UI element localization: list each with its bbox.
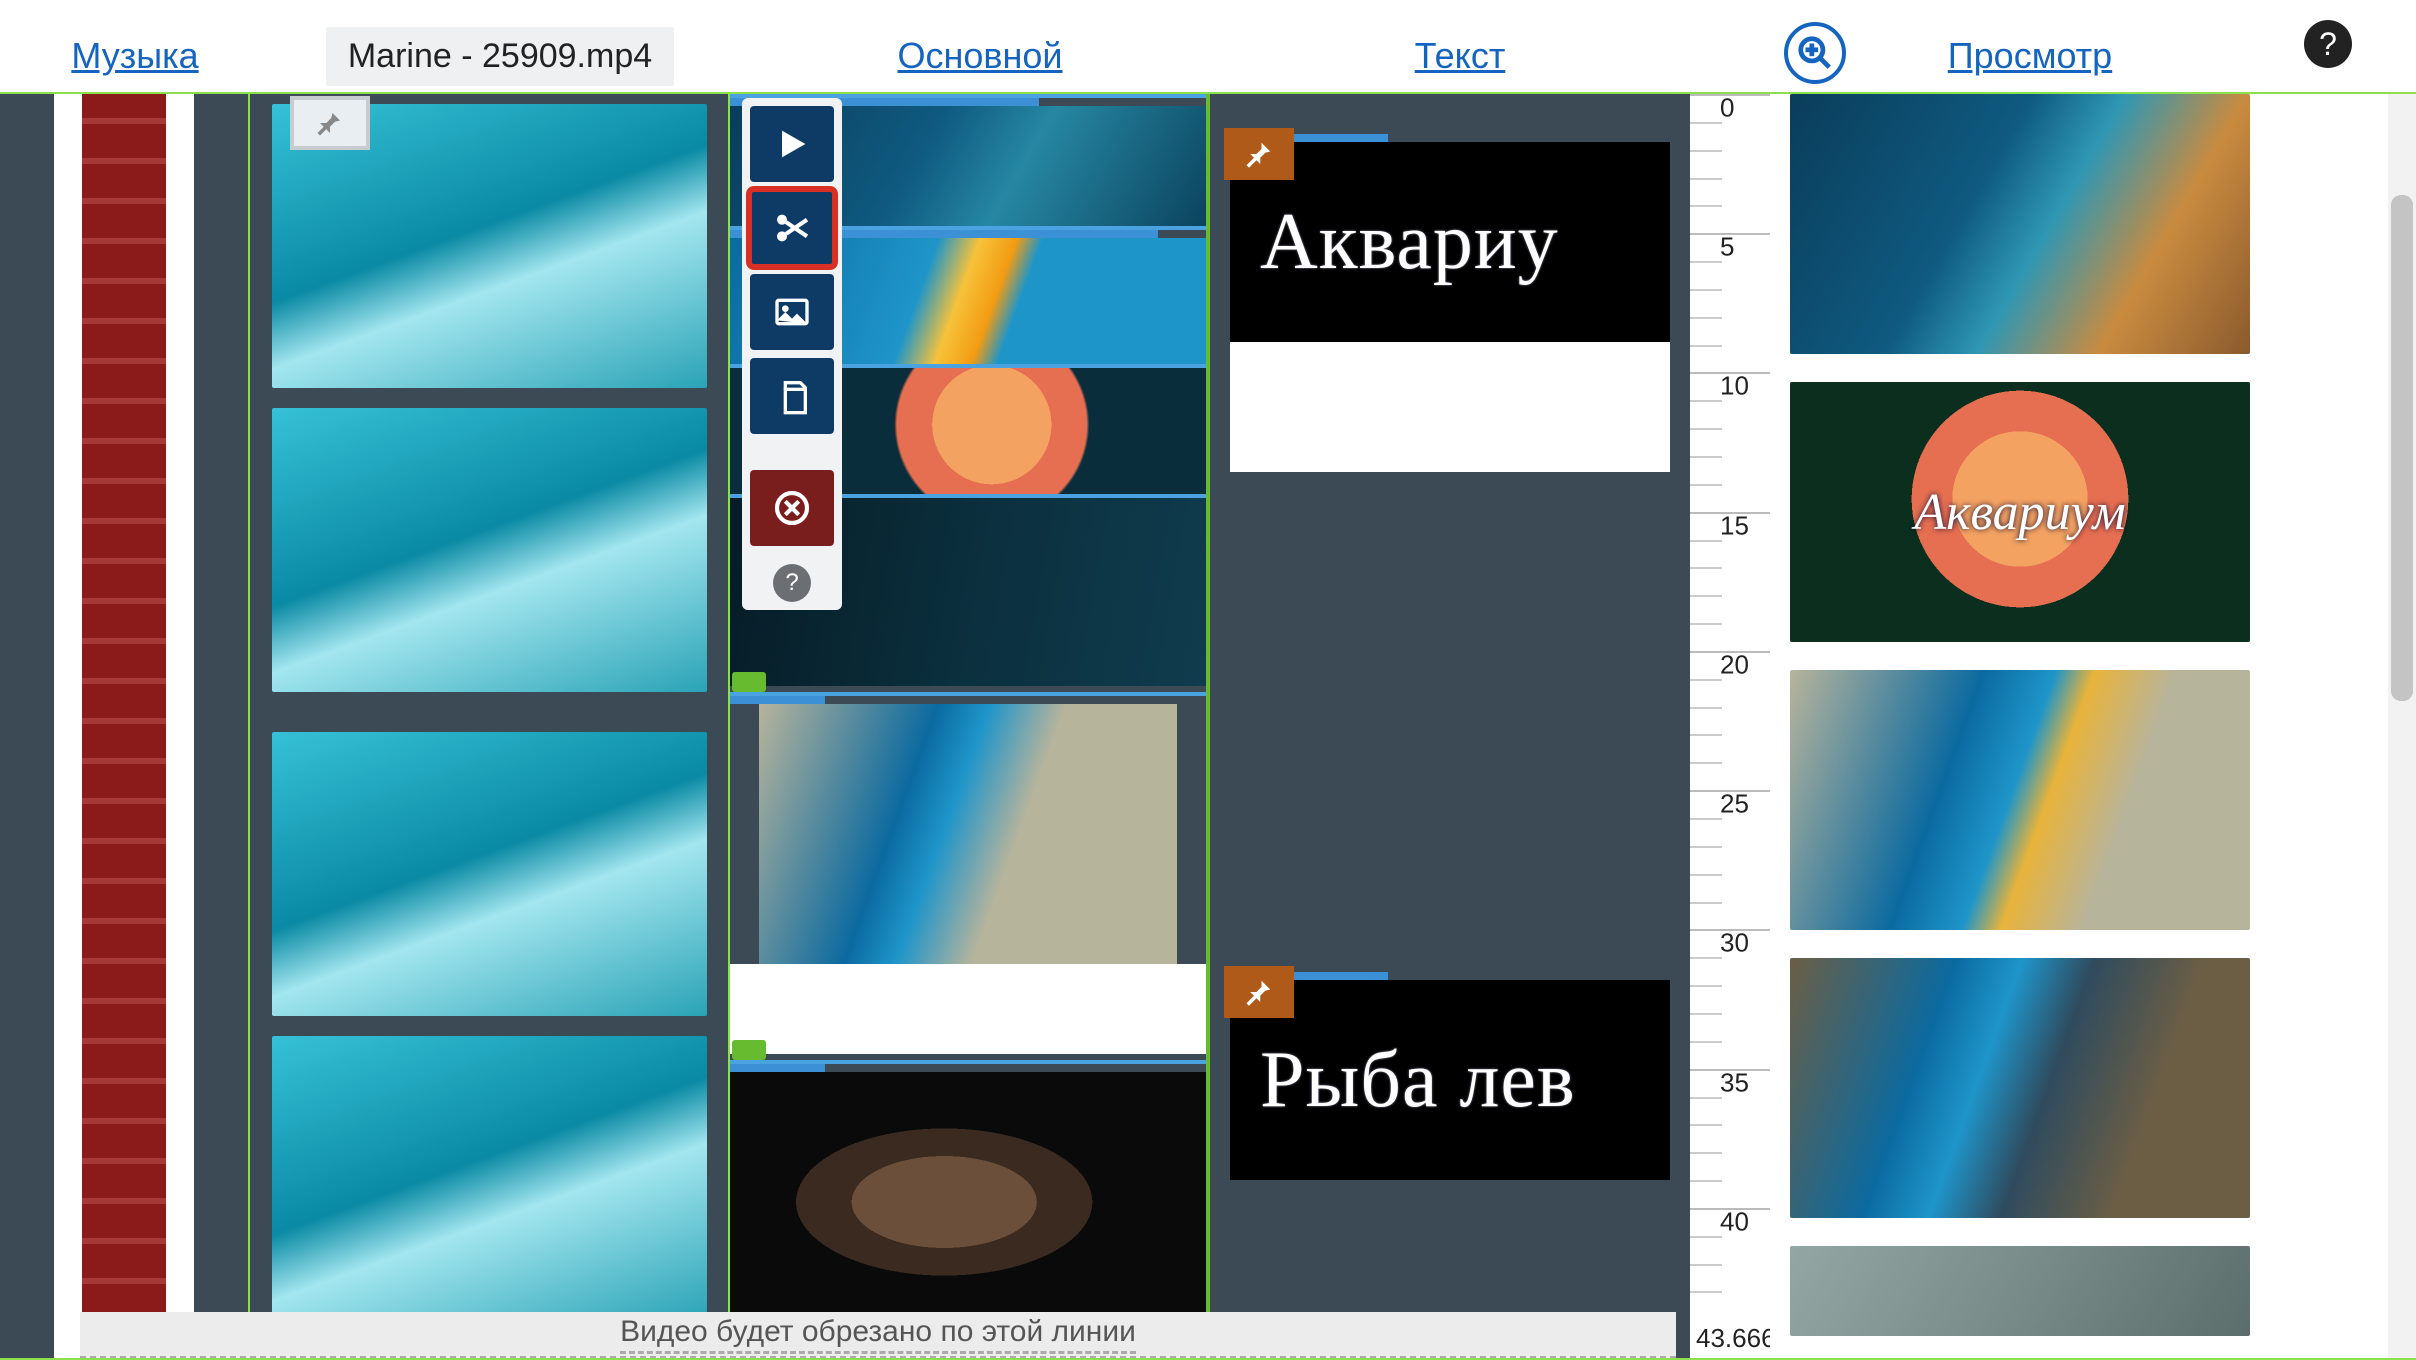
text-clip[interactable]: Рыба лев [1230,972,1670,1180]
ruler-label: 35 [1720,1067,1749,1098]
pin-clip-button[interactable] [290,96,370,150]
music-waveform[interactable] [54,94,194,1358]
track-music[interactable] [0,94,250,1358]
ruler-label: 0 [1720,94,1734,124]
clip-trim-handle[interactable] [732,1040,766,1060]
scrollbar-thumb[interactable] [2391,195,2413,701]
cut-button[interactable] [750,190,834,266]
ruler-end-label: 43.666 [1696,1323,1770,1354]
time-ruler[interactable]: 43.666 0 5 10 15 20 25 30 35 40 [1690,94,1770,1358]
play-button[interactable] [750,106,834,182]
pin-icon[interactable] [1224,128,1294,180]
ruler-label: 25 [1720,789,1749,820]
text-clip-content: Аквариу [1230,142,1670,342]
text-clip[interactable]: Аквариу [1230,134,1670,472]
image-button[interactable] [750,274,834,350]
track-selected-clip[interactable] [250,94,730,1358]
main-clip[interactable] [730,1060,1206,1332]
track-text[interactable]: Аквариу Рыба лев [1210,94,1690,1358]
clip-trim-handle[interactable] [732,672,766,692]
filename-label: Marine - 25909.mp4 [326,27,674,86]
delete-button[interactable] [750,470,834,546]
clip-toolbar: ? [742,98,842,610]
zoom-in-button[interactable] [1784,22,1846,84]
text-clip-content: Рыба лев [1230,980,1670,1180]
help-button[interactable]: ? [2304,20,2352,68]
tab-main[interactable]: Основной [740,20,1220,92]
copy-button[interactable] [750,358,834,434]
toolbar-help-button[interactable]: ? [773,564,811,602]
ruler-label: 5 [1720,232,1734,263]
preview-thumb[interactable] [1790,94,2250,354]
ruler-label: 30 [1720,928,1749,959]
preview-thumb[interactable] [1790,958,2250,1218]
scrollbar[interactable] [2388,94,2416,1358]
tab-music[interactable]: Музыка [10,20,260,92]
main-clip[interactable] [730,692,1206,1054]
preview-panel: Аквариум [1770,94,2270,1358]
clip-frame[interactable] [272,408,707,692]
cut-line-message: Видео будет обрезано по этой линии [80,1312,1676,1358]
track-main[interactable]: ? [730,94,1210,1358]
preview-thumb[interactable]: Аквариум [1790,382,2250,642]
ruler-label: 20 [1720,649,1749,680]
preview-thumb[interactable] [1790,1246,2250,1336]
tab-preview[interactable]: Просмотр [1780,20,2280,92]
tab-text[interactable]: Текст [1220,20,1700,92]
pin-icon[interactable] [1224,966,1294,1018]
ruler-label: 10 [1720,371,1749,402]
clip-frame[interactable] [272,1036,707,1320]
clip-frame[interactable] [272,732,707,1016]
clip-filename: Marine - 25909.mp4 [260,20,740,92]
ruler-label: 40 [1720,1206,1749,1237]
preview-thumb[interactable] [1790,670,2250,930]
preview-overlay-text: Аквариум [1914,483,2125,542]
ruler-label: 15 [1720,510,1749,541]
